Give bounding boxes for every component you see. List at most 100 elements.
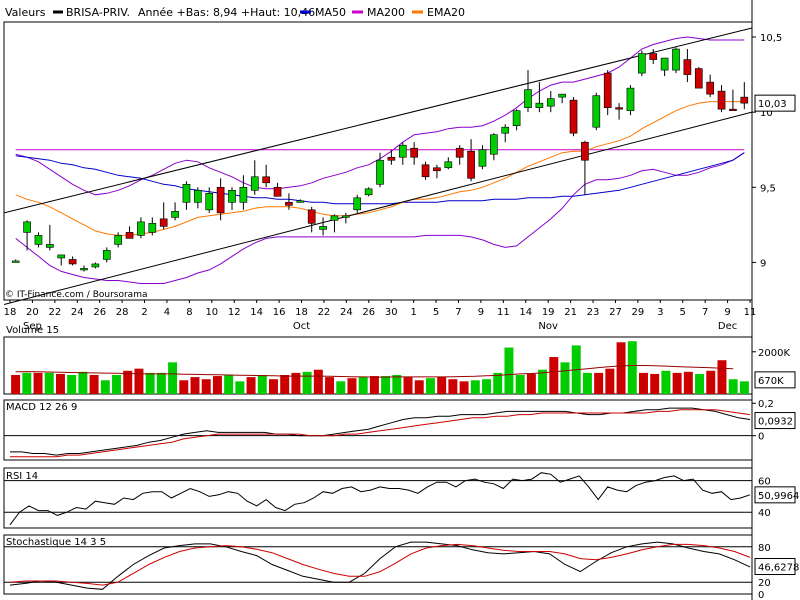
volume-bar-up bbox=[67, 375, 77, 394]
volume-bar-up bbox=[381, 376, 391, 394]
volume-bar-up bbox=[358, 377, 368, 394]
candle-down bbox=[125, 232, 134, 239]
volume-bar-up bbox=[22, 372, 32, 394]
ma50-legend-label: MA50 bbox=[315, 6, 346, 19]
candle-down bbox=[455, 147, 464, 158]
candle-up bbox=[364, 188, 373, 196]
volume-bar-down bbox=[55, 373, 65, 394]
volume-bar-down bbox=[549, 357, 559, 394]
volume-bar-down bbox=[212, 376, 222, 394]
x-axis-day-label: 11 bbox=[497, 307, 510, 318]
candle-up bbox=[524, 89, 532, 108]
volume-bar-down bbox=[123, 370, 133, 394]
volume-bar-down bbox=[269, 379, 278, 394]
x-axis-day-label: 23 bbox=[587, 307, 600, 318]
volume-bar-down bbox=[246, 377, 256, 394]
volume-bar-down bbox=[280, 375, 290, 394]
volume-bar-down bbox=[526, 373, 536, 394]
candle-up bbox=[490, 134, 498, 155]
volume-bar-down bbox=[683, 371, 693, 394]
x-axis-day-label: 4 bbox=[164, 307, 170, 318]
x-axis-day-label: 19 bbox=[542, 307, 555, 318]
candle-down bbox=[706, 81, 714, 95]
volume-bar-up bbox=[156, 372, 166, 394]
stochastic-y-tick-label: 20 bbox=[758, 578, 771, 589]
x-axis-month-label: Oct bbox=[293, 321, 310, 332]
candle-up bbox=[660, 57, 669, 71]
candle-up bbox=[250, 176, 259, 191]
candle-down bbox=[615, 107, 623, 110]
x-axis-day-label: 1 bbox=[410, 307, 416, 318]
volume-bar-up bbox=[515, 375, 525, 394]
x-axis-day-label: 18 bbox=[4, 307, 17, 318]
volume-bar-down bbox=[706, 370, 716, 394]
volume-y-tick-label: 2000K bbox=[758, 348, 790, 359]
candle-up bbox=[205, 193, 214, 211]
x-axis-month-label: Dec bbox=[718, 321, 737, 332]
symbol-label: BRISA-PRIV. bbox=[66, 6, 130, 19]
candle-down bbox=[581, 141, 589, 161]
x-axis-day-label: 10 bbox=[205, 307, 218, 318]
volume-bar-up bbox=[482, 379, 491, 394]
volume-bar-up bbox=[224, 375, 234, 394]
volume-bar-down bbox=[459, 381, 469, 394]
macd-y-tick-label: 0,2 bbox=[758, 399, 774, 410]
candle-down bbox=[273, 186, 282, 197]
stock-chart: Valeurs BRISA-PRIV. Année +Bas: 8,94 +Ha… bbox=[0, 0, 800, 600]
last-value-label: 10,03 bbox=[758, 99, 787, 110]
candle-down bbox=[68, 259, 77, 265]
x-axis-day-label: 24 bbox=[340, 307, 353, 318]
price-y-tick-label: 9,5 bbox=[760, 183, 776, 194]
candle-up bbox=[91, 263, 100, 268]
volume-bar-down bbox=[11, 375, 21, 394]
volume-bar-down bbox=[437, 377, 447, 394]
volume-bar-up bbox=[168, 362, 178, 394]
volume-bar-down bbox=[448, 379, 458, 394]
x-axis-day-label: 22 bbox=[318, 307, 331, 318]
candle-down bbox=[740, 96, 749, 104]
x-axis-day-label: 8 bbox=[186, 307, 192, 318]
volume-bar-down bbox=[717, 360, 727, 394]
x-axis-day-label: 22 bbox=[48, 307, 61, 318]
last-value-label: 0,0932 bbox=[758, 417, 793, 428]
candle-down bbox=[285, 202, 293, 206]
chart-stage: Valeurs BRISA-PRIV. Année +Bas: 8,94 +Ha… bbox=[0, 0, 800, 600]
candle-up bbox=[546, 98, 555, 107]
candle-up bbox=[102, 250, 111, 260]
candle-up bbox=[592, 95, 601, 128]
x-axis-day-label: 5 bbox=[433, 307, 439, 318]
volume-bar-up bbox=[470, 380, 480, 394]
volume-bar-down bbox=[616, 342, 626, 394]
rsi-y-tick-label: 40 bbox=[758, 508, 771, 519]
candle-up bbox=[46, 244, 54, 248]
volume-bar-up bbox=[235, 381, 245, 394]
x-axis-day-label: 27 bbox=[609, 307, 622, 318]
volume-bar-down bbox=[403, 377, 413, 394]
volume-bar-down bbox=[605, 368, 615, 394]
candle-down bbox=[262, 176, 270, 184]
volume-bar-down bbox=[179, 380, 189, 394]
candle-up bbox=[228, 190, 236, 203]
rsi-panel-title: RSI 14 bbox=[6, 471, 38, 482]
candle-up bbox=[501, 126, 510, 134]
candle-up bbox=[444, 161, 453, 169]
x-axis-day-label: 26 bbox=[362, 307, 375, 318]
volume-panel-title: Volume 15 bbox=[6, 325, 59, 336]
candle-up bbox=[57, 254, 66, 259]
volume-bar-up bbox=[145, 372, 155, 394]
x-axis-day-label: 5 bbox=[680, 307, 686, 318]
volume-bar-up bbox=[336, 381, 346, 394]
macd-panel-title: MACD 12 26 9 bbox=[6, 402, 77, 413]
candle-down bbox=[159, 218, 168, 227]
candle-up bbox=[171, 211, 179, 218]
volume-bar-up bbox=[257, 375, 267, 394]
candle-up bbox=[114, 235, 122, 245]
rsi-y-tick-label: 60 bbox=[758, 477, 771, 488]
candle-down bbox=[387, 156, 396, 161]
volume-bar-up bbox=[100, 380, 110, 394]
x-axis-day-label: 14 bbox=[519, 307, 532, 318]
volume-bar-down bbox=[325, 377, 335, 394]
candle-up bbox=[353, 197, 362, 211]
last-value-label: 670K bbox=[758, 376, 784, 387]
candle-up bbox=[330, 215, 339, 221]
